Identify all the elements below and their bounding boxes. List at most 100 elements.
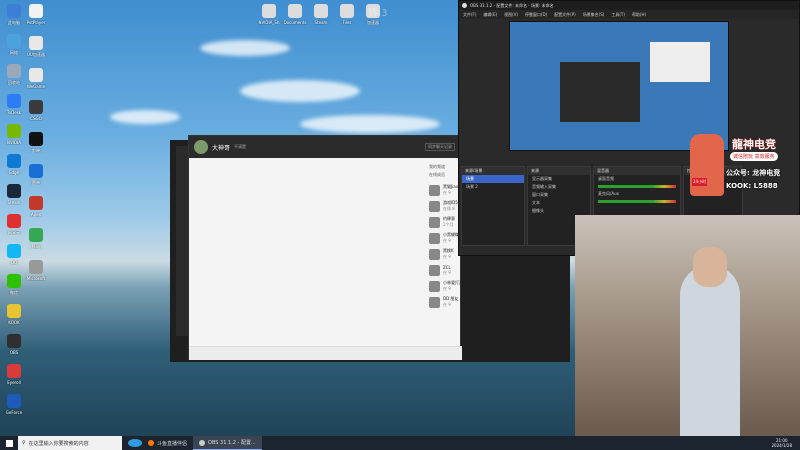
desktop-icon-col2-7[interactable]: Play: [22, 228, 50, 249]
top-icon-0[interactable]: NVIDIA_Sh: [255, 4, 283, 25]
obs-menu-item[interactable]: 视图(V): [504, 12, 518, 18]
member-sub: 在线 8: [443, 206, 455, 211]
app-icon: [7, 304, 21, 318]
member-avatar: [429, 280, 440, 292]
member-sub: 在 9: [443, 254, 451, 259]
desktop-icon-col2-1[interactable]: UU加速器: [22, 36, 50, 57]
streamer-figure: [680, 265, 740, 436]
member-sub: 在 9: [443, 269, 451, 275]
app-icon: [7, 184, 21, 198]
obs-menu-item[interactable]: 配置文件(P): [554, 12, 576, 18]
app-icon: [29, 228, 43, 242]
chat-input-bar[interactable]: [189, 346, 462, 360]
source-item[interactable]: 显示器采集: [528, 175, 590, 183]
member-sub: 在 9: [443, 286, 451, 291]
scenes-panel: 来源/场景 场景 场景 2: [461, 166, 525, 246]
promo-slogan: 诚信陪玩 高效服务: [730, 152, 778, 161]
desktop-icon-label: UU加速器: [27, 52, 45, 57]
obs-menu-item[interactable]: 帮助(H): [632, 12, 646, 18]
volume-meter[interactable]: [598, 185, 676, 188]
desktop-icon-12[interactable]: Eyeroll: [0, 364, 28, 385]
obs-menu-item[interactable]: 场景集合(S): [583, 12, 605, 18]
member-list-item[interactable]: DD 朋友在 9: [429, 294, 519, 310]
desktop-icon-11[interactable]: OBS: [0, 334, 28, 355]
clock[interactable]: 21:00 2024/1/28: [771, 438, 800, 448]
member-name: ZCL: [443, 264, 451, 270]
obs-menu-item[interactable]: 工具(T): [611, 12, 625, 18]
desktop-icon-col2-2[interactable]: WeGame: [22, 68, 50, 89]
desktop-icon-label: Steam: [314, 20, 328, 25]
member-sub: 在 9: [443, 302, 451, 307]
obs-menu-item[interactable]: 停靠窗口(D): [525, 12, 547, 18]
top-icon-2[interactable]: Steam: [307, 4, 335, 25]
webcam-overlay: [575, 215, 800, 436]
start-button[interactable]: [0, 436, 18, 450]
obs-menu-item[interactable]: 编辑(E): [483, 12, 497, 18]
app-icon: [29, 68, 43, 82]
desktop-icon-col2-3[interactable]: CSGO: [22, 100, 50, 121]
contact-avatar[interactable]: [194, 140, 208, 154]
desktop-icon-col2-5[interactable]: 雷神: [22, 164, 50, 185]
taskbar-search[interactable]: ⚲ 在这里输入你要搜索的内容: [18, 436, 122, 450]
app-icon: [29, 36, 43, 50]
mixer-channel-label: 桌面音频: [598, 176, 614, 181]
streamer-head: [693, 247, 727, 287]
search-icon: ⚲: [22, 440, 26, 446]
chat-message-area[interactable]: [189, 158, 427, 346]
top-icon-3[interactable]: Files: [333, 4, 361, 25]
obs-menu-item[interactable]: 文件(F): [463, 12, 476, 18]
member-list-item[interactable]: 小林爱打游戏在 9: [429, 278, 519, 294]
app-icon: [7, 64, 21, 78]
douyu-icon: [148, 440, 154, 446]
desktop-icon-col2-0[interactable]: PotPlayer: [22, 4, 50, 25]
sync-button[interactable]: 同步聊天记录: [425, 143, 455, 151]
promo-wechat: 公众号: 龙神电竞: [726, 169, 781, 177]
desktop-icon-label: Eyeroll: [7, 380, 21, 385]
desktop-icon-label: GeForce: [5, 410, 23, 415]
taskbar: ⚲ 在这里输入你要搜索的内容 斗鱼直播伴侣 OBS 31.1.2 - 配置...…: [0, 436, 800, 450]
taskbar-app-douyu[interactable]: 斗鱼直播伴侣: [142, 436, 193, 450]
edge-taskbar-icon[interactable]: [128, 439, 142, 447]
app-icon: [7, 154, 21, 168]
source-item[interactable]: 窗口采集: [528, 191, 590, 199]
desktop-icon-col2-8[interactable]: Microsoft: [22, 260, 50, 281]
chat-header: 大神哥 不清楚 同步聊天记录: [189, 136, 460, 158]
source-item[interactable]: 音频输入采集: [528, 183, 590, 191]
dragon-mascot-icon: [690, 134, 724, 196]
scene-item[interactable]: 场景: [462, 175, 524, 183]
member-list-item[interactable]: ZCL 在 9: [429, 262, 519, 278]
source-item[interactable]: 文本: [528, 199, 590, 207]
app-icon: [314, 4, 328, 18]
app-icon: [29, 164, 43, 178]
top-icon-1[interactable]: Documents: [281, 4, 309, 25]
desktop-icon-label: 雷神: [32, 180, 40, 185]
sources-header: 来源: [528, 167, 590, 175]
desktop-icon-label: Microsoft: [26, 276, 46, 281]
desktop-icon-label: NVIDIA_Sh: [258, 20, 280, 25]
taskbar-app-obs[interactable]: OBS 31.1.2 - 配置...: [193, 436, 262, 450]
desktop-icon-label: KOOK: [8, 320, 20, 325]
promo-kook: KOOK: L5888: [726, 182, 778, 190]
chat-window[interactable]: 大神哥 不清楚 同步聊天记录 我的频道 在线成员 黑猫Jiaxi 在 9 游戏ID5…: [188, 135, 467, 360]
member-avatar: [429, 200, 440, 212]
obs-preview: [509, 21, 729, 151]
desktop-icon-label: Files: [342, 20, 352, 25]
desktop-icon-label: Documents: [283, 20, 307, 25]
desktop-icon-label: OBS: [9, 350, 19, 355]
app-icon: [7, 34, 21, 48]
member-avatar: [429, 216, 440, 228]
mixer-header: 混音器: [594, 167, 680, 175]
app-icon: [7, 214, 21, 228]
volume-meter[interactable]: [598, 200, 676, 203]
desktop-icon-13[interactable]: GeForce: [0, 394, 28, 415]
desktop-icon-col2-6[interactable]: Apex: [22, 196, 50, 217]
desktop-icon-10[interactable]: KOOK: [0, 304, 28, 325]
app-icon: [340, 4, 354, 18]
source-item[interactable]: 摄像头: [528, 207, 590, 215]
app-icon: [7, 94, 21, 108]
watermark-text: 转 3: [368, 8, 388, 19]
contact-name: 大神哥: [212, 144, 231, 152]
desktop-icon-col2-4[interactable]: 剪映: [22, 132, 50, 153]
scene-item[interactable]: 场景 2: [462, 183, 524, 191]
app-icon: [262, 4, 276, 18]
